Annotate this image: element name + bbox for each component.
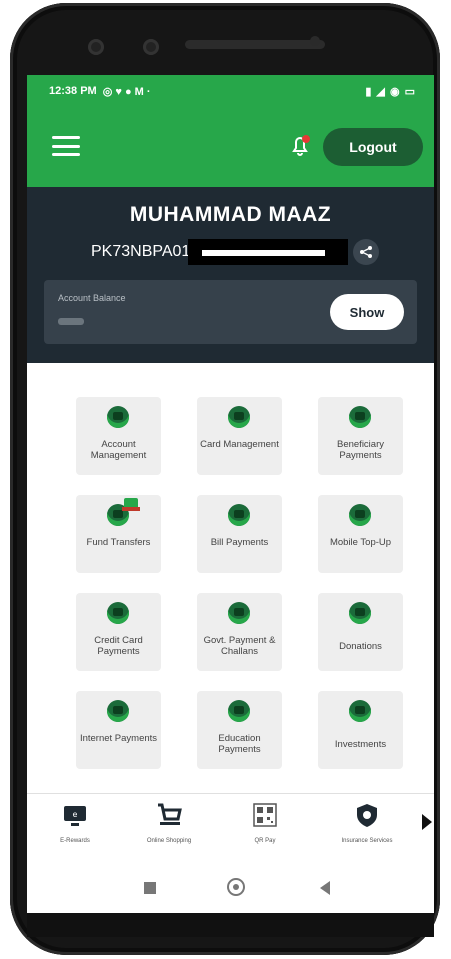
service-label: Fund Transfers: [86, 537, 151, 548]
menu-icon[interactable]: [52, 136, 80, 156]
donation-icon: [349, 602, 371, 624]
education-icon: [228, 700, 250, 722]
beneficiary-icon: [349, 406, 371, 428]
bill-icon: [228, 504, 250, 526]
service-label: Beneficiary Payments: [337, 439, 384, 461]
status-notification-icons: ◎ ♥ ● M ·: [102, 85, 151, 98]
service-account-management[interactable]: Account Management: [76, 397, 161, 475]
service-investments[interactable]: Investments: [318, 691, 403, 769]
service-label: Education Payments: [218, 733, 261, 755]
service-label: Investments: [334, 739, 387, 750]
mobile-icon: [349, 504, 371, 526]
account-summary: MUHAMMAD MAAZ PK73NBPA01 Account Balance…: [27, 187, 434, 363]
govt-icon: [228, 602, 250, 624]
card-icon: [228, 406, 250, 428]
cart-icon: [158, 803, 182, 825]
hidden-balance: [58, 318, 84, 325]
nav-qr-pay[interactable]: QR Pay: [225, 802, 305, 844]
service-fund-transfers[interactable]: Fund Transfers: [76, 495, 161, 573]
service-label: Account Management: [90, 439, 147, 461]
bottom-navigation: e E-Rewards Online Shopping QR Pay Insur…: [27, 793, 434, 864]
nav-online-shopping[interactable]: Online Shopping: [129, 802, 209, 844]
service-education-payments[interactable]: Education Payments: [197, 691, 282, 769]
service-bill-payments[interactable]: Bill Payments: [197, 495, 282, 573]
app-screen: 12:38 PM ◎ ♥ ● M · ▮ ◢ ◉ ▭ Logout MUHAMM…: [27, 75, 434, 937]
status-time: 12:38 PM: [49, 85, 97, 97]
qr-icon: [253, 803, 277, 827]
nav-label: E-Rewards: [60, 838, 90, 844]
redacted-account-number: [188, 239, 348, 265]
nav-label: Insurance Services: [341, 838, 393, 844]
home-icon[interactable]: [227, 878, 245, 896]
service-label: Govt. Payment & Challans: [203, 635, 276, 657]
account-icon: [107, 406, 129, 428]
nav-label: QR Pay: [254, 838, 276, 844]
back-icon[interactable]: [320, 881, 330, 895]
service-internet-payments[interactable]: Internet Payments: [76, 691, 161, 769]
nav-e-rewards[interactable]: e E-Rewards: [35, 802, 115, 844]
logout-button[interactable]: Logout: [323, 128, 423, 166]
service-govt-payment-challans[interactable]: Govt. Payment & Challans: [197, 593, 282, 671]
credit-card-icon: [107, 602, 129, 624]
service-label: Mobile Top-Up: [329, 537, 392, 548]
svg-text:e: e: [73, 810, 78, 819]
service-label: Card Management: [200, 439, 279, 450]
proximity-sensor: [310, 36, 320, 46]
screen-bottom-edge: [27, 913, 434, 937]
rewards-icon: e: [64, 806, 86, 826]
chevron-right-icon[interactable]: [422, 814, 432, 830]
service-donations[interactable]: Donations: [318, 593, 403, 671]
status-system-icons: ▮ ◢ ◉ ▭: [365, 85, 416, 98]
service-card-management[interactable]: Card Management: [197, 397, 282, 475]
balance-label: Account Balance: [58, 293, 126, 303]
earpiece-speaker: [185, 40, 325, 49]
status-bar: 12:38 PM ◎ ♥ ● M · ▮ ◢ ◉ ▭: [27, 75, 434, 107]
new-badge-icon: [122, 498, 140, 511]
account-holder-name: MUHAMMAD MAAZ: [129, 203, 332, 226]
shield-icon: [357, 804, 377, 827]
nav-label: Online Shopping: [146, 838, 192, 844]
camera-icon: [88, 39, 104, 55]
service-label: Bill Payments: [210, 537, 269, 548]
service-label: Donations: [339, 641, 382, 652]
service-beneficiary-payments[interactable]: Beneficiary Payments: [318, 397, 403, 475]
service-credit-card-payments[interactable]: Credit Card Payments: [76, 593, 161, 671]
account-balance-card: Account Balance Show: [44, 280, 417, 344]
service-label: Internet Payments: [79, 733, 158, 744]
share-icon[interactable]: [353, 239, 379, 265]
system-navigation-bar: [27, 863, 434, 913]
investment-icon: [349, 700, 371, 722]
notification-bell-icon[interactable]: [285, 130, 315, 160]
account-iban: PK73NBPA01: [91, 243, 191, 260]
sensor-icon: [143, 39, 159, 55]
service-mobile-top-up[interactable]: Mobile Top-Up: [318, 495, 403, 573]
recent-apps-icon[interactable]: [144, 882, 156, 894]
nav-insurance-services[interactable]: Insurance Services: [327, 802, 407, 844]
service-label: Credit Card Payments: [94, 635, 143, 657]
app-header: Logout: [27, 107, 434, 187]
show-balance-button[interactable]: Show: [330, 294, 404, 330]
internet-icon: [107, 700, 129, 722]
